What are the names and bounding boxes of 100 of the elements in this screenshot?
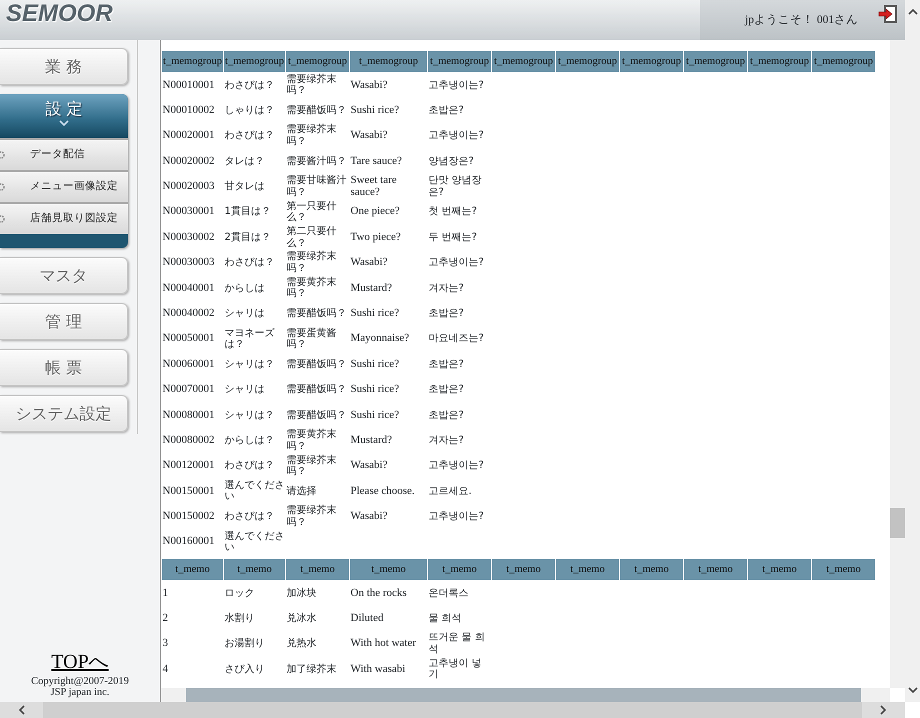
table-cell-text: N00050001: [162, 331, 216, 346]
table-cell-text: ロック: [224, 586, 256, 601]
table-cell-text: N00030001: [162, 204, 216, 220]
table-cell-text: N00080001: [162, 408, 216, 423]
nav-button[interactable]: 管 理: [0, 303, 128, 340]
table-cell-text: 고추냉이 넣기: [428, 656, 483, 682]
table-cell-text: 2: [162, 610, 169, 626]
table-cell-text: 需要绿芥末吗？: [286, 454, 338, 479]
scroll-left-icon[interactable]: [18, 705, 25, 715]
table-cell-text: 양념장은?: [428, 154, 475, 169]
table-cell-text: わさびは？: [224, 256, 276, 270]
column-header: t_memo: [748, 558, 812, 580]
table-cell-text: 1: [162, 586, 169, 601]
table-cell-text: N00040002: [162, 306, 216, 321]
table-cell-text: Wasabi?: [350, 509, 388, 524]
table-cell-text: N00160001: [162, 534, 216, 550]
table-cell-text: しゃりは？: [224, 104, 276, 118]
column-header: t_memogroup: [748, 50, 812, 72]
table-cell-text: Sushi rice?: [350, 382, 400, 398]
column-header: t_memogroup: [428, 50, 492, 72]
table-cell-text: 需要黄芥末吗？: [286, 428, 338, 454]
column-header: t_memogroup: [492, 50, 556, 72]
table-cell-text: 마요네즈는?: [428, 332, 485, 346]
submenu-item[interactable]: メニュー画像設定: [0, 170, 128, 202]
table-cell-text: 请选择: [286, 484, 318, 499]
table-cell-text: さび入り: [224, 662, 266, 677]
table-cell-text: N00030003: [162, 255, 216, 270]
table-cell-text: Wasabi?: [350, 78, 388, 93]
table-cell-text: 첫 번째는?: [428, 205, 478, 220]
table-cell-text: One piece?: [350, 204, 401, 220]
column-header: t_memogroup: [286, 50, 350, 72]
scroll-right-icon[interactable]: [880, 705, 887, 715]
table-cell-text: 需要酱汁吗？: [286, 154, 348, 169]
table-cell-text: N00030002: [162, 230, 216, 245]
table-cell-text: 온더록스: [428, 586, 470, 601]
table-cell-text: 초밥은?: [428, 104, 465, 118]
table-cell-text: Mustard?: [350, 280, 394, 296]
column-header: t_memo: [428, 558, 492, 580]
scrollbar-thumb[interactable]: [890, 508, 905, 538]
table-cell-text: 겨자는?: [428, 434, 465, 448]
table-cell-text: 需要绿芥末吗？: [286, 250, 338, 276]
table-cell-text: Please choose.: [350, 484, 416, 499]
top-link[interactable]: TOPへ: [51, 650, 109, 674]
scroll-up-icon[interactable]: [908, 8, 918, 15]
table-cell-text: 1貫目は？: [224, 205, 272, 220]
table-cell-text: N00010001: [162, 78, 216, 93]
table-cell-text: 고르세요.: [428, 484, 473, 499]
table-cell-text: N00010002: [162, 102, 216, 118]
table-cell-text: 兑热水: [286, 636, 318, 652]
table-cell-text: 需要醋饭吗？: [286, 382, 348, 398]
table-cell-text: Sushi rice?: [350, 356, 400, 372]
table-cell-text: 겨자는?: [428, 282, 465, 296]
nav-button[interactable]: 設 定: [0, 94, 128, 138]
table-cell-text: 甘タレは: [224, 180, 266, 194]
submenu-item[interactable]: 店舗見取り図設定: [0, 202, 128, 234]
table-cell-text: 需要黄芥末吗？: [286, 276, 338, 302]
table-cell-text: シャリは？: [224, 358, 276, 372]
table-cell-text: タレは？: [224, 154, 266, 169]
table-cell-text: 第一只要什么？: [286, 200, 338, 225]
table-cell-text: 需要醋饭吗？: [286, 358, 348, 372]
column-header: t_memo: [350, 558, 428, 580]
logo: SEMOOR: [5, 0, 114, 28]
table-cell-text: 물 희석: [428, 612, 463, 626]
column-header: t_memo: [492, 558, 556, 580]
table-cell-text: 2貫目は？: [224, 230, 272, 245]
table-cell-text: Mustard?: [350, 432, 394, 448]
table-cell: 需要醋饭吗？: [286, 98, 350, 124]
table-cell-text: わさびは？: [224, 129, 276, 144]
table-cell-text: Wasabi?: [350, 255, 388, 270]
table-cell-text: 需要醋饭吗？: [286, 408, 348, 423]
table-cell: 選んでください: [224, 530, 286, 555]
table-cell-text: シャリは: [224, 383, 266, 398]
column-header: t_memogroup: [812, 50, 876, 72]
table-cell-text: 需要醋饭吗？: [286, 306, 348, 321]
table-cell-text: 고추냉이는?: [428, 459, 485, 474]
table-cell-text: Sushi rice?: [350, 408, 400, 423]
copyright-text: Copyright@2007-2019: [30, 676, 130, 687]
table-cell-text: N00020003: [162, 179, 216, 194]
column-header: t_memogroup: [556, 50, 620, 72]
submenu-item[interactable]: データ配信: [0, 138, 128, 170]
table-cell-text: Sweet tare sauce?: [350, 174, 398, 200]
welcome-text: jpようこそ！ 001さん: [745, 13, 858, 28]
nav-button[interactable]: マスタ: [0, 257, 128, 294]
logout-icon[interactable]: [878, 4, 898, 24]
table-cell-text: からしは: [224, 282, 266, 296]
table-cell-text: Mayonnaise?: [350, 331, 410, 346]
scroll-down-icon[interactable]: [908, 687, 918, 694]
table-cell-text: 초밥은?: [428, 358, 465, 372]
nav-button[interactable]: 帳 票: [0, 349, 128, 386]
column-header: t_memo: [812, 558, 876, 580]
table-cell-text: 需要甘味酱汁吗？: [286, 174, 348, 200]
table-cell-text: N00020001: [162, 128, 216, 144]
nav-button[interactable]: システム設定: [0, 395, 128, 432]
table-cell-text: 4: [162, 662, 169, 677]
table-cell-text: 단맛 양념장은?: [428, 174, 483, 200]
table-cell-text: Wasabi?: [350, 458, 388, 474]
nav-button[interactable]: 業 務: [0, 48, 128, 85]
table-cell-text: 需要蛋黄酱吗？: [286, 326, 338, 352]
column-header: t_memo: [684, 558, 748, 580]
table-cell-text: With wasabi: [350, 662, 406, 677]
